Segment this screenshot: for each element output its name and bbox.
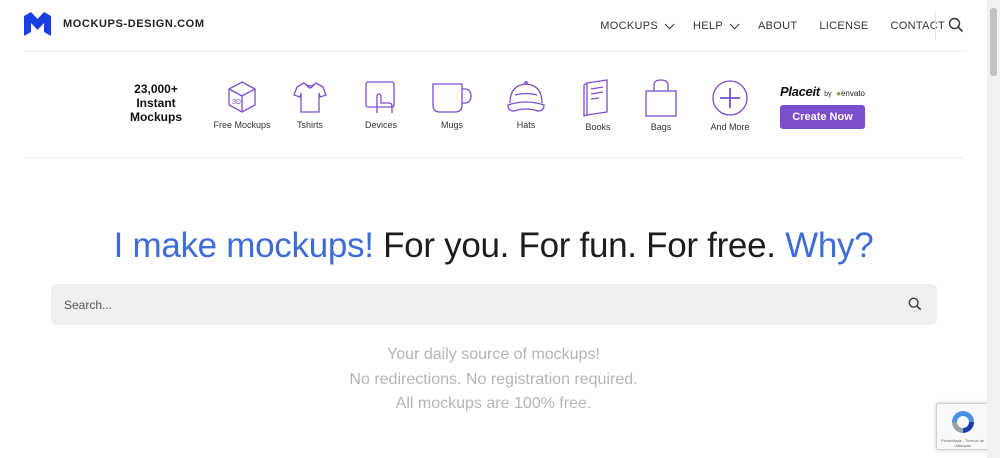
recaptcha-badge[interactable]: Privacidade - Termos de Utilização	[936, 403, 989, 450]
plus-circle-icon	[712, 80, 748, 116]
search-bar	[51, 284, 937, 325]
placeit-promo: Placeit by ●envato Create Now	[780, 83, 870, 129]
category-label: Bags	[650, 122, 672, 132]
brand-logo-icon	[24, 12, 51, 36]
category-label: Mugs	[440, 120, 463, 130]
chevron-down-icon	[729, 18, 740, 29]
cap-icon	[507, 81, 545, 112]
category-bar: 23,000+ Instant Mockups 3D Free Mockups …	[24, 52, 965, 158]
category-label: Devices	[364, 120, 397, 130]
scrollbar-thumb[interactable]	[990, 8, 997, 76]
tablet-hand-icon	[365, 81, 395, 113]
mug-icon	[432, 83, 472, 113]
category-tshirts[interactable]: Tshirts	[275, 79, 345, 130]
envato-text: envato	[840, 89, 866, 98]
category-hats[interactable]: Hats	[491, 79, 561, 130]
category-label: Books	[585, 122, 611, 132]
nav-divider	[935, 12, 936, 40]
category-label: And More	[710, 122, 750, 132]
recaptcha-icon	[952, 411, 974, 433]
category-label: Hats	[516, 120, 536, 130]
count-line-3: Mockups	[129, 110, 182, 124]
hero-accent-text: I make mockups!	[113, 226, 374, 265]
bag-icon	[645, 79, 677, 117]
recaptcha-links[interactable]: Privacidade - Termos de Utilização	[937, 438, 988, 448]
placeit-by-text: by	[824, 91, 832, 98]
mockup-count: 23,000+ Instant Mockups	[124, 82, 188, 124]
category-label: Tshirts	[296, 120, 323, 130]
category-books[interactable]: Books	[563, 79, 633, 132]
count-line-2: Instant	[136, 96, 176, 110]
page: MOCKUPS-DESIGN.COM MOCKUPS HELP ABOUT LI…	[0, 0, 989, 458]
chevron-down-icon	[664, 18, 675, 29]
nav-mockups[interactable]: MOCKUPS	[600, 18, 675, 32]
nav-help[interactable]: HELP	[693, 18, 740, 32]
tagline-line-1: Your daily source of mockups!	[387, 346, 600, 363]
tagline-line-3: All mockups are 100% free.	[395, 395, 592, 412]
category-free-mockups[interactable]: 3D Free Mockups	[207, 79, 277, 130]
nav-help-label: HELP	[693, 20, 723, 32]
nav-contact-label: CONTACT	[890, 20, 945, 32]
category-bags[interactable]: Bags	[626, 79, 696, 132]
main-nav: MOCKUPS HELP ABOUT LICENSE CONTACT	[578, 0, 945, 52]
book-icon	[583, 79, 608, 117]
tshirt-icon	[293, 82, 327, 113]
category-devices[interactable]: Devices	[346, 79, 416, 130]
nav-mockups-label: MOCKUPS	[600, 20, 659, 32]
nav-contact[interactable]: CONTACT	[891, 20, 945, 32]
box-3d-icon: 3D	[228, 81, 256, 113]
site-header: MOCKUPS-DESIGN.COM MOCKUPS HELP ABOUT LI…	[0, 0, 987, 52]
nav-about[interactable]: ABOUT	[758, 20, 797, 32]
header-search-button[interactable]	[948, 17, 964, 38]
search-icon	[908, 297, 922, 311]
placeit-logo-text: Placeit	[780, 84, 820, 99]
site-logo[interactable]: MOCKUPS-DESIGN.COM	[24, 12, 205, 36]
nav-license-label: LICENSE	[819, 20, 869, 32]
brand-name: MOCKUPS-DESIGN.COM	[63, 18, 205, 30]
search-input[interactable]	[64, 284, 884, 325]
create-now-button[interactable]: Create Now	[780, 105, 865, 129]
category-mugs[interactable]: Mugs	[417, 79, 487, 130]
count-number: 23,000+	[134, 82, 178, 96]
hero-main-text: For you. For fun. For free.	[383, 226, 776, 265]
search-icon	[948, 17, 964, 33]
nav-license[interactable]: LICENSE	[819, 20, 868, 32]
hero-why-link[interactable]: Why?	[785, 226, 874, 265]
category-and-more[interactable]: And More	[695, 79, 765, 132]
page-scrollbar[interactable]	[987, 0, 1000, 458]
tagline-line-2: No redirections. No registration require…	[349, 371, 638, 388]
placeit-logo[interactable]: Placeit by ●envato	[780, 83, 870, 101]
nav-about-label: ABOUT	[757, 20, 798, 32]
svg-text:3D: 3D	[232, 99, 241, 106]
category-divider	[24, 157, 965, 158]
hero-heading: I make mockups! For you. For fun. For fr…	[0, 224, 987, 268]
search-submit-button[interactable]	[908, 297, 922, 316]
category-label: Free Mockups	[213, 120, 271, 130]
